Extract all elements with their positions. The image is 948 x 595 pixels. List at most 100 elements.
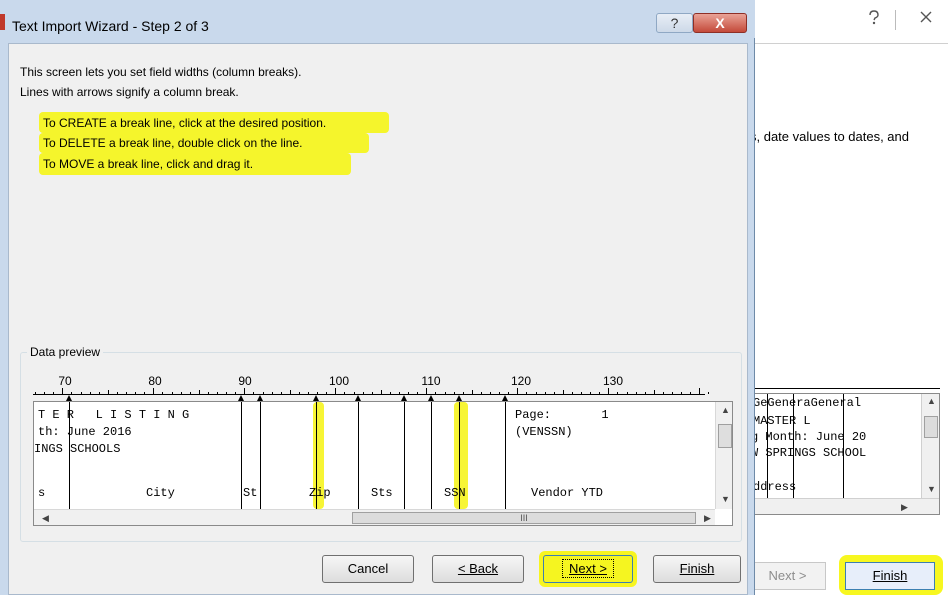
scroll-up-icon[interactable]: ▲ (927, 396, 936, 406)
ruler-tick (453, 392, 455, 394)
horizontal-scrollbar[interactable]: ▶ (751, 498, 939, 514)
ruler-tick (35, 392, 36, 394)
finish-label: Finish (872, 568, 908, 583)
ruler-tick (116, 392, 118, 394)
ruler-tick (153, 388, 155, 394)
ruler-tick (662, 392, 664, 394)
ruler-tick (107, 390, 109, 394)
column-break-line[interactable] (505, 402, 506, 512)
ruler-tick (544, 392, 546, 394)
background-next-button[interactable]: Next > (749, 562, 826, 590)
help-icon: ? (670, 15, 679, 31)
close-button[interactable]: X (693, 13, 747, 33)
data-preview-grid[interactable]: T E R L I S T I N G Page: 1 th: June 201… (33, 401, 733, 526)
preview-row: (VENSSN) (515, 425, 573, 439)
ruler-tick (417, 392, 419, 394)
vertical-scrollbar[interactable]: ▲ ▼ (715, 402, 732, 509)
excel-icon (0, 14, 5, 30)
close-icon[interactable] (912, 10, 940, 30)
scroll-thumb[interactable] (924, 416, 938, 438)
background-header-row: GeGeneraGeneral (753, 396, 862, 410)
background-ruler-line (750, 388, 940, 389)
finish-label: Finish (679, 561, 715, 576)
ruler-tick (98, 392, 100, 394)
ruler-baseline (33, 394, 705, 395)
instruction-delete: To DELETE a break line, double click on … (43, 136, 303, 150)
background-finish-button[interactable]: Finish (845, 562, 935, 590)
finish-button[interactable]: Finish (653, 555, 741, 583)
ruler-tick (690, 392, 692, 394)
ruler-tick (617, 392, 619, 394)
ruler-number: 80 (148, 374, 162, 388)
ruler-tick (53, 392, 55, 394)
horizontal-scrollbar[interactable]: ◀ III ▶ (34, 509, 715, 525)
cancel-button[interactable]: Cancel (322, 555, 414, 583)
ruler-tick (535, 392, 537, 394)
text-import-wizard-dialog: Text Import Wizard - Step 2 of 3 ? X Thi… (0, 0, 755, 595)
ruler-tick (198, 390, 200, 394)
ruler-tick (526, 392, 528, 394)
column-break-line[interactable] (404, 402, 405, 512)
background-description-text: s, date values to dates, and (750, 129, 909, 144)
ruler-tick (389, 392, 391, 394)
ruler-tick (271, 392, 273, 394)
ruler-tick (335, 388, 337, 394)
ruler-tick (499, 392, 501, 394)
column-break-line[interactable] (358, 402, 359, 512)
ruler-tick (326, 392, 328, 394)
dialog-body: This screen lets you set field widths (c… (8, 43, 748, 595)
scroll-left-icon[interactable]: ◀ (42, 513, 49, 524)
ruler-tick (353, 392, 355, 394)
ruler-tick (371, 392, 373, 394)
ruler-tick (708, 392, 710, 394)
column-break-line[interactable] (431, 402, 432, 512)
ruler-tick (599, 392, 601, 394)
ruler-tick (626, 392, 628, 394)
ruler-number: 110 (421, 374, 441, 388)
preview-cell: SSN (444, 486, 466, 500)
ruler-tick (317, 392, 319, 394)
ruler-tick (244, 388, 246, 394)
scroll-right-icon[interactable]: ▶ (901, 502, 908, 513)
ruler-number: 120 (510, 374, 532, 388)
preview-cell: Zip (309, 486, 331, 500)
scroll-down-icon[interactable]: ▼ (927, 484, 936, 494)
column-break-line[interactable] (260, 402, 261, 512)
ruler-tick (62, 388, 64, 394)
help-icon[interactable] (860, 10, 888, 30)
ruler-tick (308, 392, 309, 394)
scroll-thumb[interactable]: III (352, 512, 696, 524)
ruler-tick (189, 392, 191, 394)
titlebar-separator (895, 10, 896, 30)
preview-row: Page: 1 (515, 408, 609, 422)
preview-cell: City (146, 486, 175, 500)
ruler-tick (144, 392, 146, 394)
instruction-create: To CREATE a break line, click at the des… (43, 116, 327, 130)
back-button[interactable]: < Back (432, 555, 524, 583)
dialog-titlebar[interactable]: Text Import Wizard - Step 2 of 3 ? X (0, 0, 755, 38)
ruler-tick (253, 392, 255, 394)
vertical-scrollbar[interactable]: ▲ ▼ (921, 394, 939, 499)
preview-row: W SPRINGS SCHOOL (751, 446, 867, 460)
scroll-up-icon[interactable]: ▲ (721, 405, 730, 415)
ruler-tick (280, 392, 282, 394)
ruler-tick (217, 392, 218, 394)
ruler-tick (408, 392, 410, 394)
column-break-line[interactable] (241, 402, 242, 512)
ruler-tick (681, 392, 683, 394)
ruler-tick (571, 392, 573, 394)
scroll-down-icon[interactable]: ▼ (721, 494, 730, 504)
ruler-number: 130 (602, 374, 624, 388)
ruler-tick (508, 392, 510, 394)
back-label: < Back (457, 561, 499, 576)
scroll-right-icon[interactable]: ▶ (704, 513, 711, 524)
preview-cell: St (243, 486, 258, 500)
ruler-tick (444, 392, 446, 394)
ruler-tick (635, 392, 637, 394)
ruler-tick (226, 392, 228, 394)
scroll-thumb[interactable] (718, 424, 732, 448)
help-button[interactable]: ? (656, 13, 693, 33)
ruler-tick (426, 388, 428, 394)
next-button[interactable]: Next > (543, 555, 633, 583)
preview-cell: Vendor YTD (531, 486, 604, 500)
